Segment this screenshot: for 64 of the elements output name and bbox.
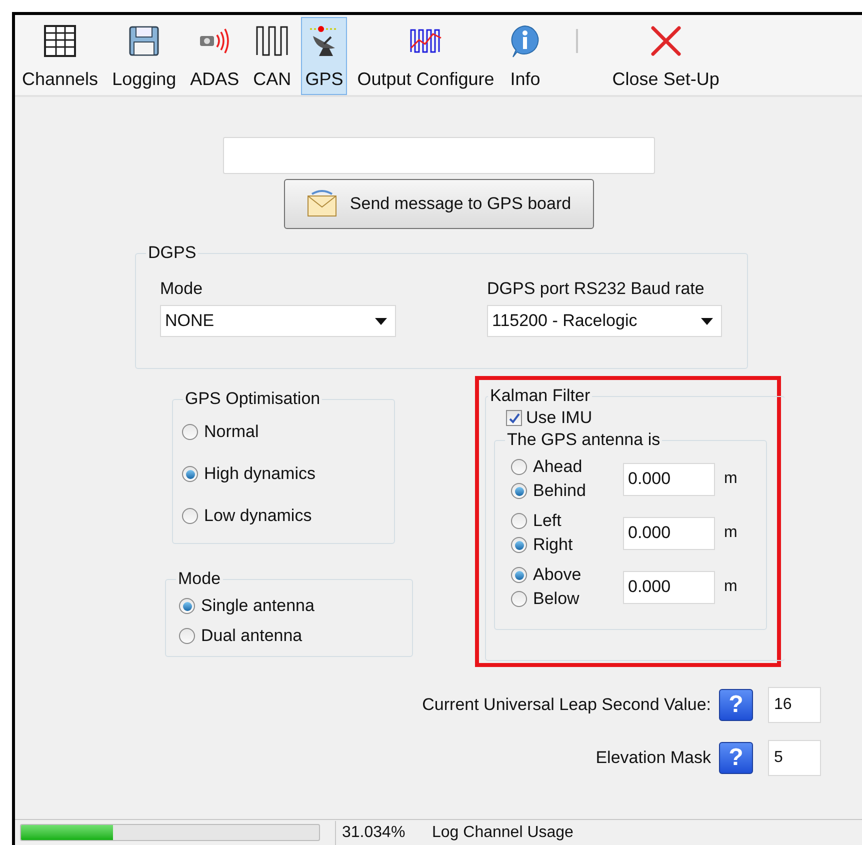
radio-label: Below xyxy=(533,588,580,610)
radio-label: Normal xyxy=(204,421,259,443)
unit-label: m xyxy=(724,577,738,597)
radio-button[interactable] xyxy=(511,591,527,607)
toolbar-button[interactable]: GPS xyxy=(301,17,348,95)
send-button[interactable]: Send message to GPS board xyxy=(284,179,594,229)
table-icon xyxy=(43,24,78,58)
toolbar-button[interactable]: Info xyxy=(504,17,546,95)
radio-label: Left xyxy=(533,510,562,532)
unit-label: m xyxy=(724,523,738,543)
toolbar-button[interactable]: ADAS xyxy=(186,17,244,95)
help-button[interactable]: ? xyxy=(719,742,753,774)
radio-label: High dynamics xyxy=(204,463,316,485)
field-label: Mode xyxy=(160,279,204,299)
number-field[interactable]: 16 xyxy=(768,687,821,723)
group-title: The GPS antenna is xyxy=(506,430,662,450)
toolbar-button[interactable]: Logging xyxy=(108,17,180,95)
radio-label: Right xyxy=(533,534,573,556)
field-label: Current Universal Leap Second Value: xyxy=(422,694,711,716)
field-label: DGPS port RS232 Baud rate xyxy=(487,279,706,299)
toolbar-button[interactable]: CAN xyxy=(249,17,296,95)
radio-label: Single antenna xyxy=(201,595,314,617)
checkmark-icon xyxy=(508,412,520,424)
checkbox-label: Use IMU xyxy=(526,408,592,428)
radio-button[interactable] xyxy=(511,537,527,553)
number-field[interactable]: 0.000 xyxy=(623,462,715,496)
radio-button[interactable] xyxy=(182,424,198,440)
radio-label: Low dynamics xyxy=(204,505,312,527)
close-icon xyxy=(648,24,683,58)
radio-button[interactable] xyxy=(511,567,527,583)
radio-button[interactable] xyxy=(511,513,527,529)
radio-button[interactable] xyxy=(182,466,198,482)
usage-percentage: 31.034% xyxy=(342,822,406,842)
radio-button[interactable] xyxy=(179,628,195,644)
radio-label: Ahead xyxy=(533,456,582,478)
field-label: Elevation Mask xyxy=(596,747,711,770)
toolbar-button[interactable]: Output Configure xyxy=(353,17,498,95)
status-label: Log Channel Usage xyxy=(432,822,574,842)
radio-label: Behind xyxy=(533,480,586,502)
message-field[interactable] xyxy=(222,137,654,174)
group-title: Mode xyxy=(177,569,222,589)
number-field[interactable]: 0.000 xyxy=(623,516,715,550)
dropdown[interactable]: NONE xyxy=(160,305,396,337)
unit-label: m xyxy=(724,469,738,489)
square-wave-icon xyxy=(255,24,290,58)
help-button[interactable]: ? xyxy=(719,689,753,721)
radio-label: Dual antenna xyxy=(201,625,302,647)
group-title: Kalman Filter xyxy=(489,386,592,406)
radio-button[interactable] xyxy=(511,459,527,475)
number-field[interactable]: 0.000 xyxy=(623,570,715,604)
radio-button[interactable] xyxy=(182,508,198,524)
group-title: DGPS xyxy=(147,243,198,263)
checkbox[interactable] xyxy=(506,410,522,426)
radio-button[interactable] xyxy=(511,483,527,499)
envelope-icon xyxy=(306,190,338,218)
dropdown-arrow-icon xyxy=(701,318,713,324)
toolbar-button[interactable]: Channels xyxy=(18,17,102,95)
radio-label: Above xyxy=(533,564,582,586)
dropdown[interactable]: 115200 - Racelogic xyxy=(487,305,722,337)
toolbar-button[interactable]: Close Set-Up xyxy=(608,17,724,95)
dropdown-arrow-icon xyxy=(375,318,387,324)
radio-button[interactable] xyxy=(179,598,195,614)
number-field[interactable]: 5 xyxy=(768,740,821,776)
group-title: GPS Optimisation xyxy=(184,389,322,409)
